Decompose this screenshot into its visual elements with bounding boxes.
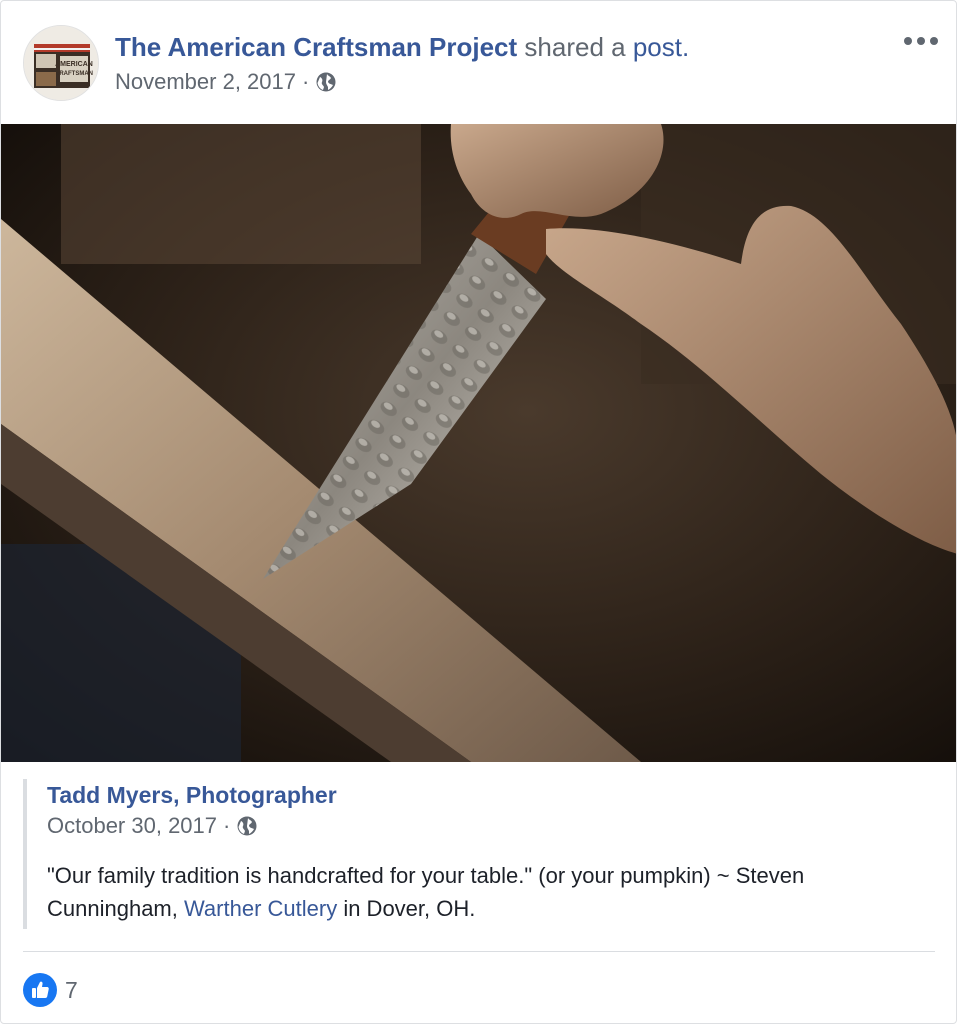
divider	[23, 951, 935, 952]
meta-separator: ·	[302, 69, 310, 94]
warther-cutlery-link[interactable]: Warther Cutlery	[184, 896, 337, 921]
more-options-icon[interactable]	[904, 31, 938, 51]
post-link[interactable]: post.	[633, 32, 689, 62]
post-title-line: The American Craftsman Project shared a …	[115, 31, 689, 63]
shared-post-text: "Our family tradition is handcrafted for…	[47, 859, 927, 925]
shared-author-link[interactable]: Tadd Myers, Photographer	[47, 779, 935, 811]
shared-date-link[interactable]: October 30, 2017	[47, 811, 217, 841]
thumbs-up-icon[interactable]	[23, 973, 57, 1007]
shared-post: Tadd Myers, Photographer October 30, 201…	[23, 779, 935, 929]
globe-icon[interactable]	[315, 71, 337, 93]
post-date-link[interactable]: November 2, 2017	[115, 67, 296, 97]
globe-icon[interactable]	[236, 815, 258, 837]
shared-text-tail: in Dover, OH.	[337, 896, 476, 921]
like-count[interactable]: 7	[65, 977, 78, 1004]
avatar-logo-text-bottom: CRAFTSMAN	[55, 71, 93, 77]
meta-separator: ·	[223, 813, 231, 838]
dot	[917, 37, 925, 45]
page-avatar[interactable]: AMERICAN CRAFTSMAN	[23, 25, 99, 101]
shared-action-text: shared a	[524, 32, 626, 62]
page-name-link[interactable]: The American Craftsman Project	[115, 32, 517, 62]
reaction-summary[interactable]: 7	[23, 973, 78, 1007]
dot	[904, 37, 912, 45]
feed-post: AMERICAN CRAFTSMAN The American Craftsma…	[0, 0, 957, 1024]
post-meta: November 2, 2017 ·	[115, 67, 337, 97]
dot	[930, 37, 938, 45]
avatar-logo-text-top: AMERICAN	[55, 61, 93, 68]
shared-post-meta: October 30, 2017 ·	[47, 811, 935, 841]
post-photo[interactable]	[1, 124, 956, 762]
